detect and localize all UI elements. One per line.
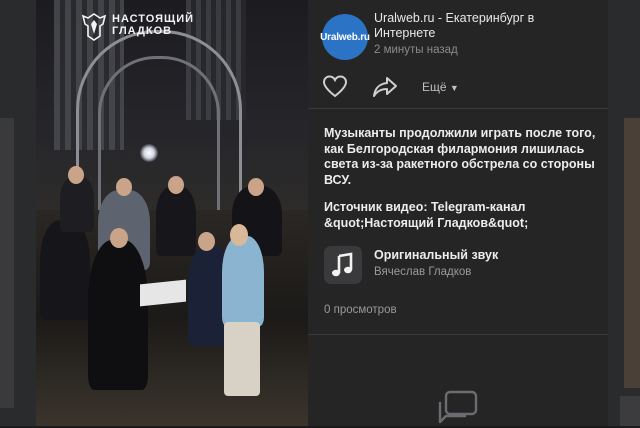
chevron-down-icon: ▼ <box>449 83 459 93</box>
post-source: Источник видео: Telegram-канал &quot;Нас… <box>324 200 529 230</box>
more-menu-button[interactable]: Ещё ▼ <box>422 80 459 94</box>
eagle-crest-icon <box>81 13 107 41</box>
views-count: 0 просмотров <box>324 304 397 316</box>
video-player[interactable]: НАСТОЯЩИЙ ГЛАДКОВ <box>36 0 308 426</box>
author-name-link[interactable]: Uralweb.ru - Екатеринбург в Интернете <box>374 11 594 41</box>
phone-flashlight <box>140 144 158 162</box>
share-arrow-icon[interactable] <box>372 74 398 100</box>
background-left-thumbnail <box>0 0 36 426</box>
post-time: 2 минуты назад <box>374 44 458 56</box>
comments-icon[interactable] <box>432 388 484 428</box>
post-info-panel: Uralweb.ru Uralweb.ru - Екатеринбург в И… <box>308 0 608 426</box>
music-note-icon[interactable] <box>324 246 362 284</box>
author-avatar[interactable]: Uralweb.ru <box>320 14 370 60</box>
post-caption: Музыканты продолжили играть после того, … <box>324 126 596 187</box>
sound-title-link[interactable]: Оригинальный звук <box>374 248 498 262</box>
channel-watermark: НАСТОЯЩИЙ ГЛАДКОВ <box>112 13 195 37</box>
heart-icon[interactable] <box>322 74 348 100</box>
sound-author[interactable]: Вячеслав Гладков <box>374 266 471 278</box>
post-actions-bar: Ещё ▼ <box>308 66 608 109</box>
divider <box>308 334 608 335</box>
background-right-thumbnail <box>608 0 640 426</box>
